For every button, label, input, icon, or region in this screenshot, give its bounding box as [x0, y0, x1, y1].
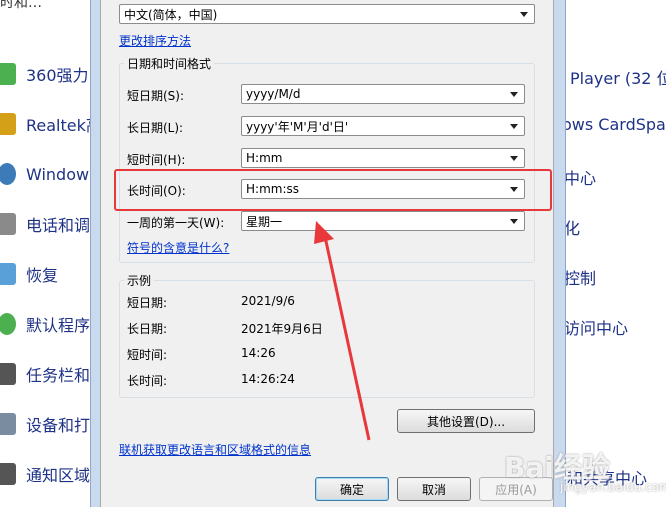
watermark-url: jingyan.baidu.com	[560, 480, 666, 494]
annotation-arrow	[314, 221, 371, 441]
arrow-head	[314, 221, 334, 244]
arrow-shaft	[322, 231, 371, 441]
